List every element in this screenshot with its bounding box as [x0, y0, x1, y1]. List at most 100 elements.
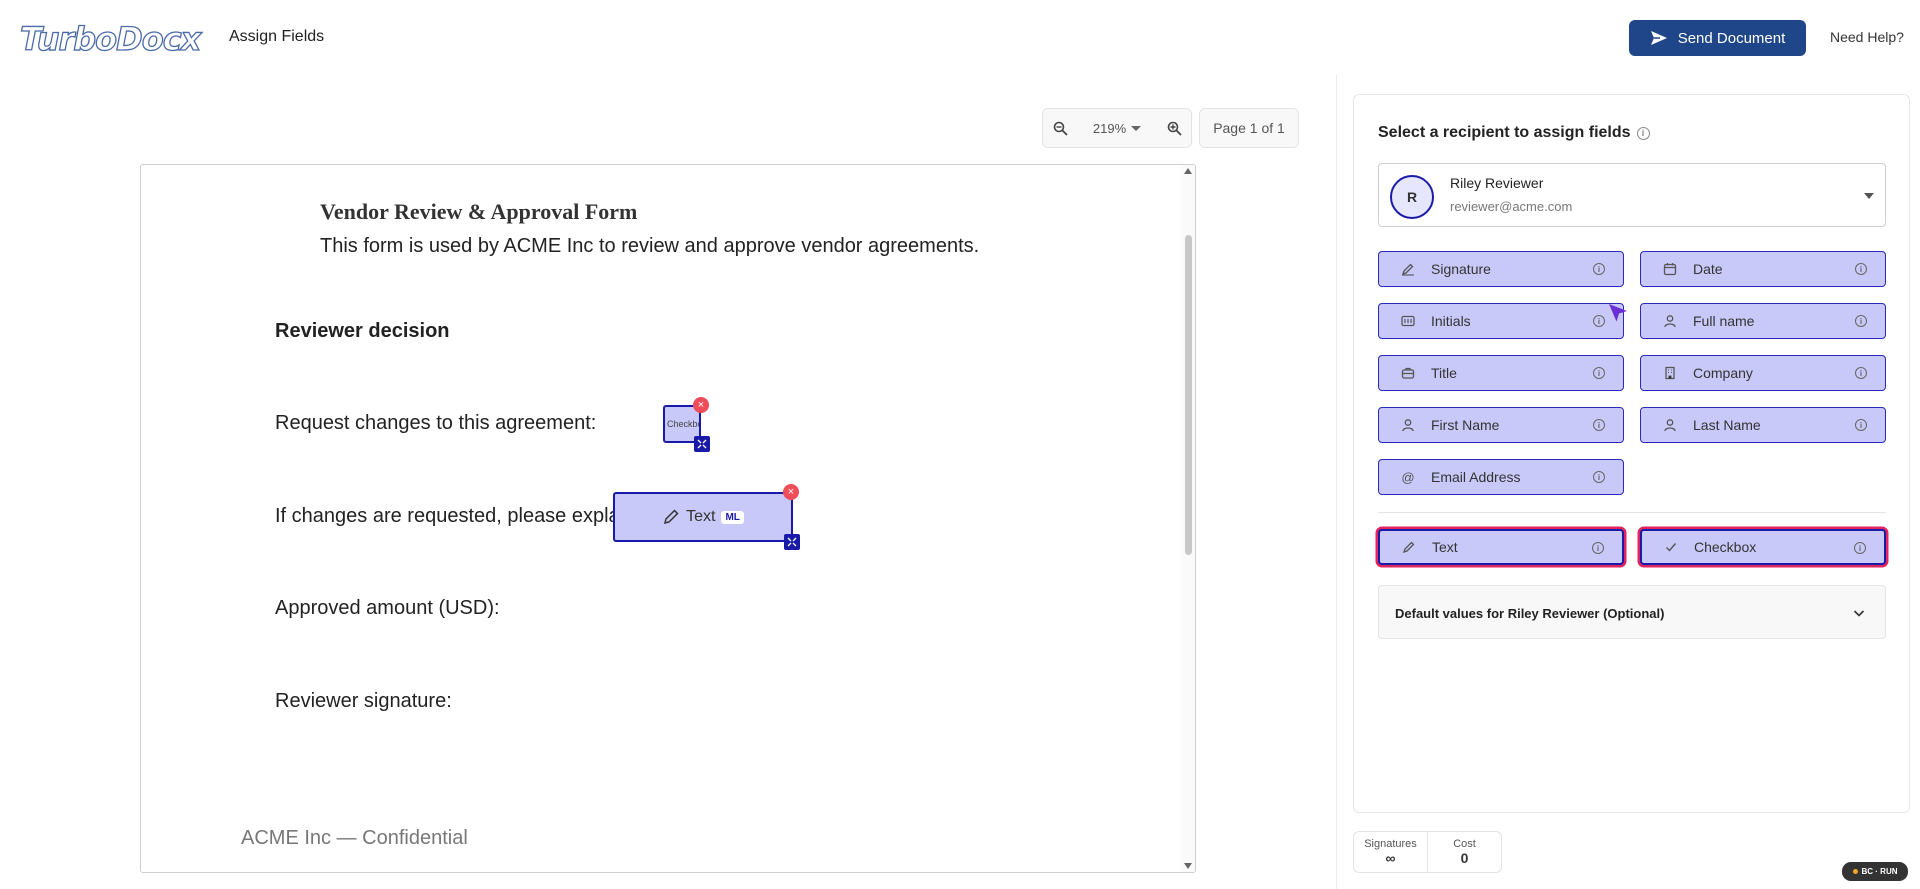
reviewer-signature-line: Reviewer signature: [275, 690, 452, 712]
send-document-button[interactable]: Send Document [1629, 20, 1806, 56]
cost-stat: Cost 0 [1427, 832, 1501, 872]
info-icon[interactable]: i [1855, 367, 1867, 379]
send-document-label: Send Document [1677, 29, 1786, 47]
zoom-level-select[interactable]: 219% [1077, 121, 1157, 136]
document-footer: ACME Inc — Confidential [241, 827, 468, 849]
document-scrollbar[interactable] [1181, 165, 1195, 872]
person-icon [1663, 314, 1677, 328]
signatures-label: Signatures [1364, 838, 1417, 850]
field-first-name-button[interactable]: First Name i [1378, 407, 1624, 443]
recipient-avatar: R [1390, 175, 1434, 219]
page-title: Assign Fields [229, 28, 325, 45]
info-icon[interactable]: i [1593, 315, 1605, 327]
field-label: Company [1693, 365, 1753, 381]
cost-label: Cost [1453, 838, 1476, 850]
app-header: TurboDocx Assign Fields Send Document Ne… [0, 0, 1920, 75]
recipient-select[interactable]: R Riley Reviewer reviewer@acme.com [1378, 163, 1886, 227]
field-label: Last Name [1693, 417, 1761, 433]
field-label: Email Address [1431, 469, 1521, 485]
at-icon: @ [1401, 469, 1415, 485]
info-icon[interactable]: i [1593, 419, 1605, 431]
field-label: Signature [1431, 261, 1491, 277]
status-dot-icon [1852, 869, 1858, 874]
info-icon[interactable]: i [1855, 419, 1867, 431]
zoom-in-icon [1167, 121, 1182, 136]
initials-icon [1401, 314, 1415, 328]
chevron-down-icon [1864, 193, 1874, 199]
default-values-accordion[interactable]: Default values for Riley Reviewer (Optio… [1378, 585, 1886, 639]
page-indicator: Page 1 of 1 [1199, 108, 1299, 148]
field-title-button[interactable]: Title i [1378, 355, 1624, 391]
field-last-name-button[interactable]: Last Name i [1640, 407, 1886, 443]
request-changes-line: Request changes to this agreement: [275, 412, 597, 434]
field-email-address-button[interactable]: @ Email Address i [1378, 459, 1624, 495]
field-checkbox-button[interactable]: Checkbox i [1640, 529, 1886, 565]
placed-text-field[interactable]: Text ML [613, 492, 793, 542]
field-label: Initials [1431, 313, 1471, 329]
placed-checkbox-label: Checkbox [667, 419, 699, 429]
cost-value: 0 [1460, 850, 1469, 866]
recipient-email: reviewer@acme.com [1450, 199, 1573, 214]
signature-icon [1401, 262, 1415, 276]
scroll-up-icon[interactable] [1184, 168, 1192, 174]
recipient-name: Riley Reviewer [1450, 175, 1544, 191]
field-company-button[interactable]: Company i [1640, 355, 1886, 391]
panel-title: Select a recipient to assign fields i [1378, 124, 1650, 142]
usage-stats: Signatures ∞ Cost 0 [1353, 831, 1502, 873]
send-icon [1650, 31, 1667, 45]
field-label: Date [1693, 261, 1723, 277]
default-values-label: Default values for Riley Reviewer (Optio… [1395, 606, 1665, 621]
field-date-button[interactable]: Date i [1640, 251, 1886, 287]
info-icon[interactable]: i [1592, 542, 1604, 554]
info-icon[interactable]: i [1636, 126, 1650, 140]
zoom-level-value: 219% [1092, 120, 1127, 136]
field-label: First Name [1431, 417, 1500, 433]
field-text-button[interactable]: Text i [1378, 529, 1624, 565]
field-label: Title [1431, 365, 1457, 381]
document-page[interactable]: Vendor Review & Approval Form This form … [140, 164, 1196, 873]
resize-checkbox-handle[interactable] [694, 436, 710, 452]
field-initials-button[interactable]: Initials i [1378, 303, 1624, 339]
zoom-out-icon [1053, 121, 1068, 136]
briefcase-icon [1401, 366, 1415, 380]
field-label: Text [1432, 539, 1458, 555]
resize-text-handle[interactable] [784, 534, 800, 550]
reviewer-decision-heading: Reviewer decision [275, 320, 450, 342]
calendar-icon [1663, 262, 1677, 276]
document-title: Vendor Review & Approval Form [320, 199, 638, 224]
multiline-badge: ML [721, 510, 744, 524]
zoom-out-button[interactable] [1043, 109, 1077, 147]
pencil-icon [1402, 540, 1416, 554]
info-icon[interactable]: i [1593, 263, 1605, 275]
turbodocx-logo[interactable]: TurboDocx [19, 19, 202, 58]
remove-text-field-icon[interactable]: × [783, 484, 799, 500]
zoom-in-button[interactable] [1157, 109, 1191, 147]
assign-fields-panel: Select a recipient to assign fields i R … [1353, 94, 1910, 813]
info-icon[interactable]: i [1855, 315, 1867, 327]
signatures-value: ∞ [1385, 850, 1396, 866]
chevron-down-icon [1853, 610, 1865, 617]
need-help-link[interactable]: Need Help? [1830, 29, 1904, 45]
signatures-stat: Signatures ∞ [1354, 832, 1427, 872]
run-badge: BC · RUN [1842, 862, 1908, 881]
chevron-down-icon [1131, 125, 1142, 131]
check-icon [1664, 540, 1678, 554]
explain-line: If changes are requested, please explain… [275, 505, 641, 527]
info-icon[interactable]: i [1854, 542, 1866, 554]
placed-text-label: Text [686, 508, 716, 525]
panel-divider [1336, 75, 1337, 889]
field-signature-button[interactable]: Signature i [1378, 251, 1624, 287]
mouse-cursor-icon [1609, 304, 1627, 322]
building-icon [1663, 366, 1677, 380]
info-icon[interactable]: i [1593, 471, 1605, 483]
person-icon [1663, 418, 1677, 432]
remove-checkbox-field-icon[interactable]: × [693, 397, 709, 413]
scroll-thumb[interactable] [1185, 235, 1192, 555]
field-label: Checkbox [1694, 539, 1757, 555]
panel-title-text: Select a recipient to assign fields [1378, 124, 1631, 141]
person-icon [1401, 418, 1415, 432]
scroll-down-icon[interactable] [1184, 863, 1192, 869]
info-icon[interactable]: i [1593, 367, 1605, 379]
info-icon[interactable]: i [1855, 263, 1867, 275]
field-full-name-button[interactable]: Full name i [1640, 303, 1886, 339]
